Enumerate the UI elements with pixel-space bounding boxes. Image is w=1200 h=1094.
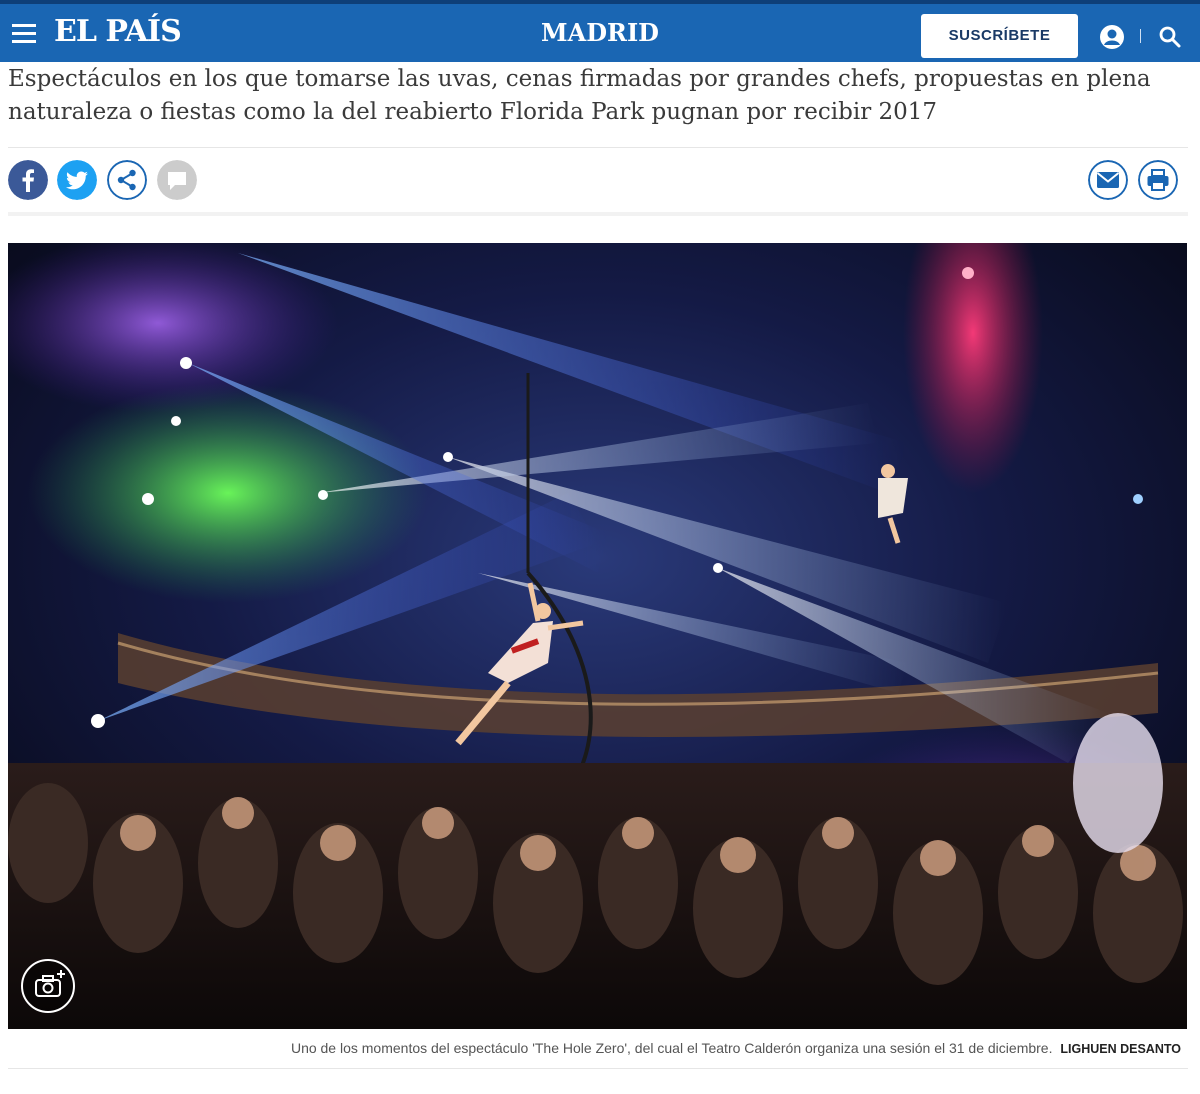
site-logo[interactable]: EL PAÍS bbox=[54, 14, 182, 50]
divider bbox=[8, 147, 1188, 148]
section-title[interactable]: MADRID bbox=[541, 18, 659, 47]
subscribe-button[interactable]: SUSCRÍBETE bbox=[921, 14, 1078, 58]
article-photo[interactable] bbox=[8, 243, 1187, 1029]
photo-caption-text: Uno de los momentos del espectáculo 'The… bbox=[290, 1040, 1053, 1056]
twitter-icon[interactable] bbox=[57, 160, 97, 200]
top-bar: EL PAÍS MADRID SUSCRÍBETE bbox=[0, 0, 1200, 62]
share-icon[interactable] bbox=[107, 160, 147, 200]
email-icon[interactable] bbox=[1088, 160, 1128, 200]
photo-credit: LIGHUEN DESANTO bbox=[1060, 1042, 1181, 1056]
divider bbox=[8, 212, 1188, 216]
article-subtitle: Espectáculos en los que tomarse las uvas… bbox=[8, 66, 1151, 125]
divider bbox=[8, 1068, 1188, 1069]
photo-caption: Uno de los momentos del espectáculo 'The… bbox=[8, 1038, 1181, 1059]
print-icon[interactable] bbox=[1138, 160, 1178, 200]
facebook-icon[interactable] bbox=[8, 160, 48, 200]
hamburger-menu-icon[interactable] bbox=[12, 24, 38, 44]
concert-photo-illustration bbox=[8, 243, 1187, 1029]
search-icon[interactable] bbox=[1158, 25, 1182, 49]
header-separator bbox=[1140, 29, 1141, 43]
comment-icon[interactable] bbox=[157, 160, 197, 200]
camera-gallery-icon[interactable] bbox=[21, 959, 75, 1013]
user-icon[interactable] bbox=[1099, 24, 1125, 50]
